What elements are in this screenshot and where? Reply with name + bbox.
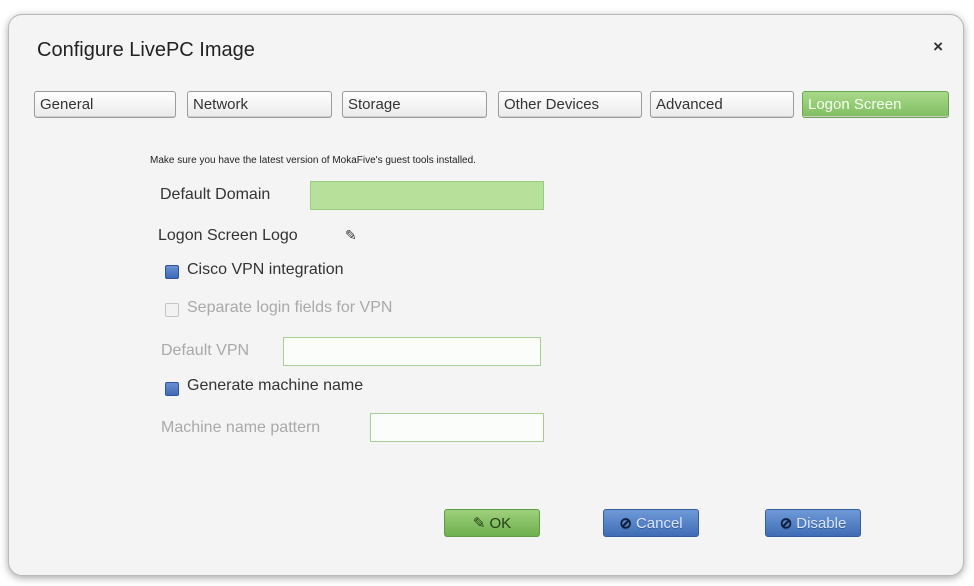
tab-advanced[interactable]: Advanced: [650, 91, 794, 118]
configure-dialog: Configure LivePC Image × General Network…: [8, 14, 964, 576]
default-domain-label: Default Domain: [160, 186, 271, 203]
separate-login-checkbox[interactable]: [165, 303, 179, 317]
ok-button-label: OK: [489, 514, 512, 532]
tab-network[interactable]: Network: [187, 91, 332, 118]
machine-name-pattern-field[interactable]: [370, 413, 544, 442]
default-vpn-label: Default VPN: [161, 342, 250, 359]
pencil-icon[interactable]: ✎: [345, 227, 357, 244]
close-icon[interactable]: ×: [933, 37, 943, 57]
pencil-icon: ✎: [472, 515, 486, 532]
machine-name-pattern-label: Machine name pattern: [161, 419, 321, 436]
generate-machine-name-label: Generate machine name: [187, 377, 364, 394]
cisco-vpn-label: Cisco VPN integration: [187, 261, 344, 278]
tab-other-devices[interactable]: Other Devices: [498, 91, 642, 118]
ok-button[interactable]: ✎ OK: [444, 509, 540, 537]
tab-logon-screen[interactable]: Logon Screen: [802, 91, 949, 118]
dialog-title: Configure LivePC Image: [37, 39, 255, 61]
disable-button-label: Disable: [796, 514, 847, 532]
generate-machine-name-checkbox[interactable]: [165, 382, 179, 396]
disable-button[interactable]: ⊘ Disable: [765, 509, 861, 537]
guest-tools-notice: Make sure you have the latest version of…: [150, 155, 476, 166]
cancel-button[interactable]: ⊘ Cancel: [603, 509, 699, 537]
default-vpn-field[interactable]: [283, 337, 541, 366]
tab-storage[interactable]: Storage: [342, 91, 487, 118]
cisco-vpn-checkbox[interactable]: [165, 265, 179, 279]
cancel-button-label: Cancel: [635, 514, 683, 532]
tab-general[interactable]: General: [34, 91, 176, 118]
logon-screen-logo-label: Logon Screen Logo: [158, 227, 298, 244]
disable-icon: ⊘: [779, 515, 793, 532]
cancel-icon: ⊘: [619, 515, 632, 532]
default-domain-field[interactable]: [310, 181, 544, 210]
separate-login-label: Separate login fields for VPN: [187, 299, 393, 316]
